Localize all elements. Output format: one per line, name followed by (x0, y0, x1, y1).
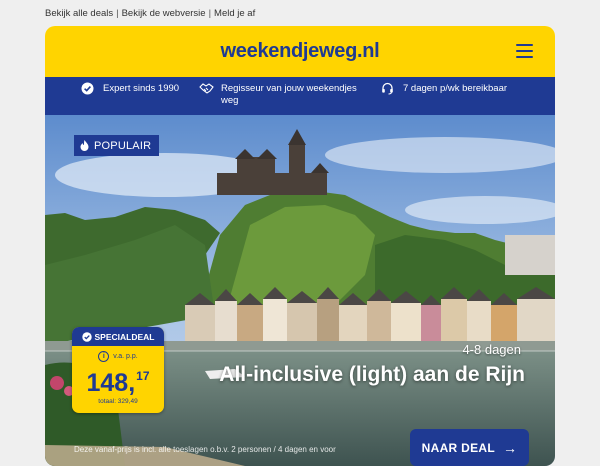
link-web-version[interactable]: Bekijk de webversie (122, 8, 206, 19)
usp-item: Regisseur van jouw weekendjes weg (199, 83, 369, 107)
usp-text: Expert sinds 1990 (103, 83, 180, 94)
separator: | (208, 8, 212, 19)
headset-icon (381, 82, 395, 96)
price-tag: SPECIALDEAL i v.a. p.p. 148,17 totaal: 3… (72, 327, 164, 413)
link-all-deals[interactable]: Bekijk alle deals (45, 8, 113, 19)
hero-photo (45, 115, 555, 466)
check-circle-icon (81, 82, 95, 96)
naar-deal-button[interactable]: NAAR DEAL → (410, 429, 529, 466)
specialdeal-header: SPECIALDEAL (72, 327, 164, 346)
price-main: 148, (86, 369, 136, 397)
trip-duration: 4-8 dagen (462, 342, 521, 357)
price: 148,17 (72, 361, 164, 398)
cta-label: NAAR DEAL (421, 440, 496, 455)
popular-badge-label: POPULAIR (94, 139, 152, 152)
flame-icon (80, 140, 89, 151)
deal-title[interactable]: All-inclusive (light) aan de Rijn (205, 361, 525, 388)
arrow-right-icon: → (503, 439, 518, 456)
link-unsubscribe[interactable]: Meld je af (214, 8, 255, 19)
newsletter-card: weekendjeweg.nl Expert sinds 1990 Regiss… (45, 26, 555, 466)
handshake-icon (199, 82, 214, 96)
usp-item: 7 dagen p/wk bereikbaar (381, 82, 508, 96)
price-total: totaal: 329,49 (98, 398, 138, 405)
usp-bar: Expert sinds 1990 Regisseur van jouw wee… (45, 77, 555, 115)
usp-text: Regisseur van jouw weekendjes weg (221, 83, 357, 106)
check-badge-icon (81, 331, 92, 342)
specialdeal-label: SPECIALDEAL (94, 331, 155, 342)
price-prefix-text: v.a. p.p. (113, 353, 138, 360)
hamburger-menu-icon[interactable] (516, 44, 533, 58)
header: weekendjeweg.nl (45, 26, 555, 77)
separator: | (116, 8, 119, 19)
top-links: Bekijk alle deals | Bekijk de webversie | Me… (45, 8, 255, 19)
usp-text: 7 dagen p/wk bereikbaar (403, 83, 508, 94)
logo[interactable]: weekendjeweg.nl (45, 40, 555, 63)
usp-item: Expert sinds 1990 (81, 82, 180, 96)
hero-banner[interactable]: POPULAIR SPECIALDEAL i v.a. p.p. 148,17 … (45, 115, 555, 466)
price-cents: 17 (136, 369, 150, 383)
popular-badge: POPULAIR (74, 135, 160, 156)
